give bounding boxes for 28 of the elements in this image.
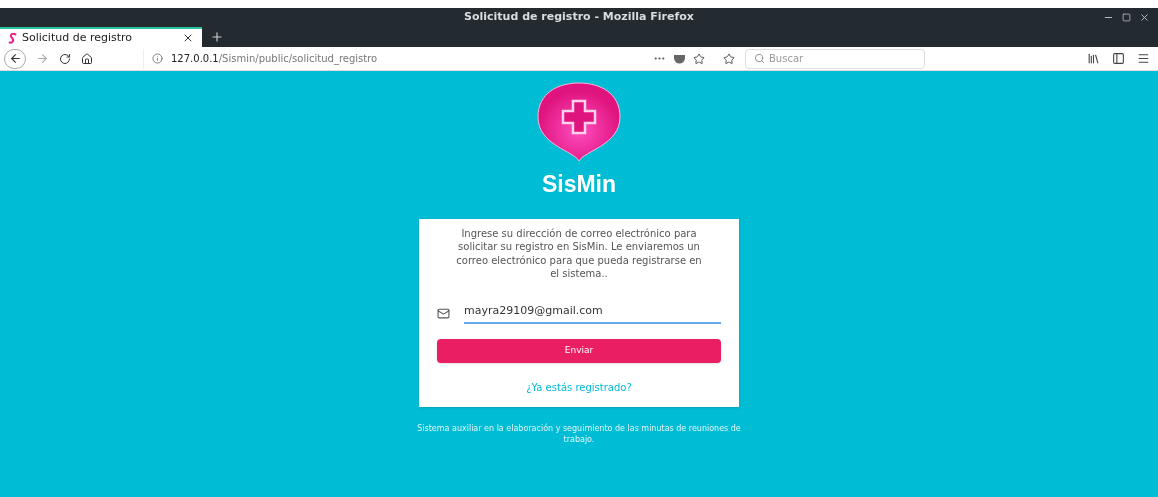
tab-label: Solicitud de registro <box>22 29 133 46</box>
footer-text: Sistema auxiliar en la elaboración y seguimiento de las minutas de reuniones de trabajo. <box>416 423 742 445</box>
browser-tab[interactable]: Solicitud de registro <box>0 27 202 47</box>
email-field[interactable]: mayra29109@gmail.com <box>464 302 721 324</box>
maximize-icon[interactable] <box>1122 13 1131 22</box>
search-icon <box>754 53 765 64</box>
close-icon[interactable] <box>1139 12 1150 23</box>
logo-icon <box>8 32 18 44</box>
address-bar[interactable]: 127.0.0.1/Sismin/public/solicitud_registro <box>143 48 713 69</box>
instructions-text: Ingrese su dirección de correo electrónico para solicitar su registro en SisMin. Le enviaremos un correo electrónico para que pueda registrarse en el sistema.. <box>455 226 703 281</box>
star-icon[interactable] <box>693 52 705 65</box>
bookmarks-icon[interactable] <box>723 52 735 65</box>
submit-button[interactable]: Enviar <box>437 339 721 363</box>
home-icon[interactable] <box>81 52 93 65</box>
back-arrow-icon <box>8 52 22 65</box>
mail-icon <box>437 306 450 320</box>
reload-icon[interactable] <box>59 52 71 65</box>
window-title: Solicitud de registro - Mozilla Firefox <box>464 9 694 26</box>
new-tab-icon[interactable] <box>210 30 224 44</box>
sidebar-icon[interactable] <box>1112 52 1125 65</box>
logo-icon <box>536 81 622 163</box>
url-text: 127.0.0.1/Sismin/public/solicitud_registro <box>171 52 378 66</box>
library-icon[interactable] <box>1087 52 1100 65</box>
app-name: SisMin <box>541 170 617 199</box>
close-icon[interactable] <box>182 32 194 44</box>
menu-icon[interactable] <box>1137 52 1150 65</box>
info-icon <box>152 53 163 64</box>
pocket-icon[interactable] <box>674 53 685 64</box>
